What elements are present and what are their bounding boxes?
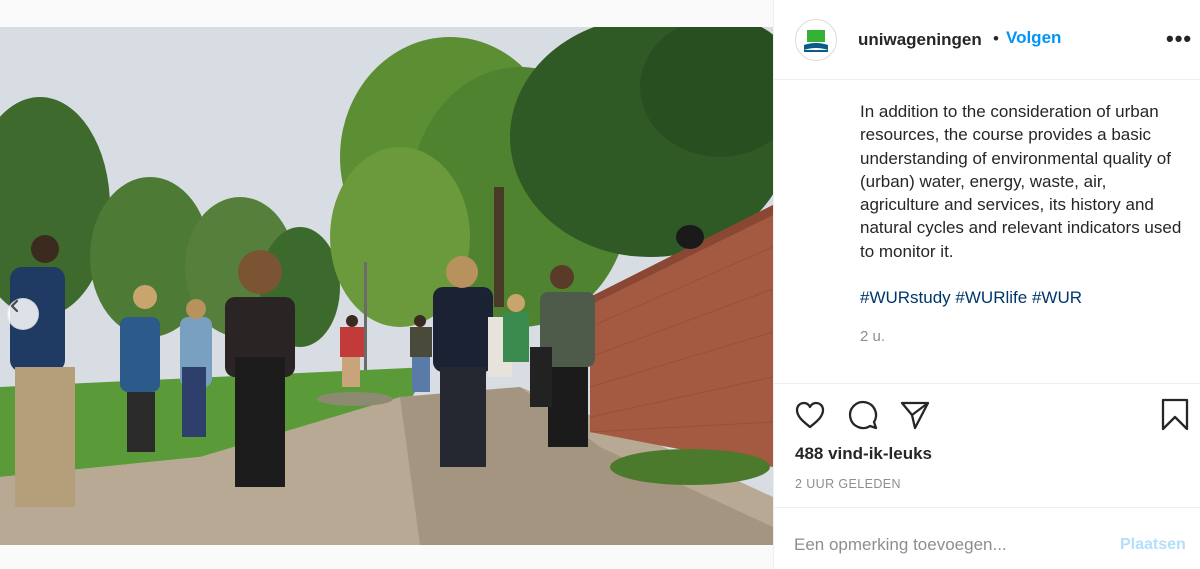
more-options-icon[interactable]: ••• <box>1166 26 1192 52</box>
share-icon <box>900 401 930 430</box>
share-button[interactable] <box>897 397 933 433</box>
hashtag-link[interactable]: #WURlife <box>955 288 1027 307</box>
avatar[interactable] <box>795 19 837 61</box>
comment-input[interactable] <box>794 532 1104 558</box>
hashtag-link[interactable]: #WURstudy <box>860 288 951 307</box>
post-sidebar: uniwageningen • Volgen ••• In addition t… <box>773 0 1200 569</box>
hashtag-link[interactable]: #WUR <box>1032 288 1082 307</box>
divider <box>774 383 1200 384</box>
heart-icon <box>795 401 825 429</box>
wur-logo-icon <box>804 30 828 52</box>
post-timestamp[interactable]: 2 UUR GELEDEN <box>795 477 901 491</box>
likes-count[interactable]: 488 vind-ik-leuks <box>795 444 932 464</box>
post-caption: In addition to the consideration of urba… <box>860 102 1182 261</box>
comment-icon <box>848 400 878 430</box>
caption-time[interactable]: 2 u. <box>860 328 885 345</box>
username-link[interactable]: uniwageningen <box>858 30 982 50</box>
follow-button[interactable]: Volgen <box>1006 28 1061 48</box>
divider <box>774 507 1200 508</box>
post-photo[interactable] <box>0 27 773 545</box>
separator-dot: • <box>993 29 999 48</box>
instagram-post-view: uniwageningen • Volgen ••• In addition t… <box>0 0 1200 569</box>
carousel-previous-button[interactable] <box>7 298 39 330</box>
comment-button[interactable] <box>845 397 881 433</box>
post-comment-button[interactable]: Plaatsen <box>1120 536 1186 554</box>
post-image <box>0 27 773 545</box>
like-button[interactable] <box>792 397 828 433</box>
post-header: uniwageningen • Volgen ••• <box>774 0 1200 80</box>
bookmark-icon <box>1161 398 1189 431</box>
hashtags: #WURstudy #WURlife #WUR <box>860 288 1082 308</box>
save-button[interactable] <box>1157 397 1193 433</box>
chevron-left-icon <box>10 299 19 313</box>
